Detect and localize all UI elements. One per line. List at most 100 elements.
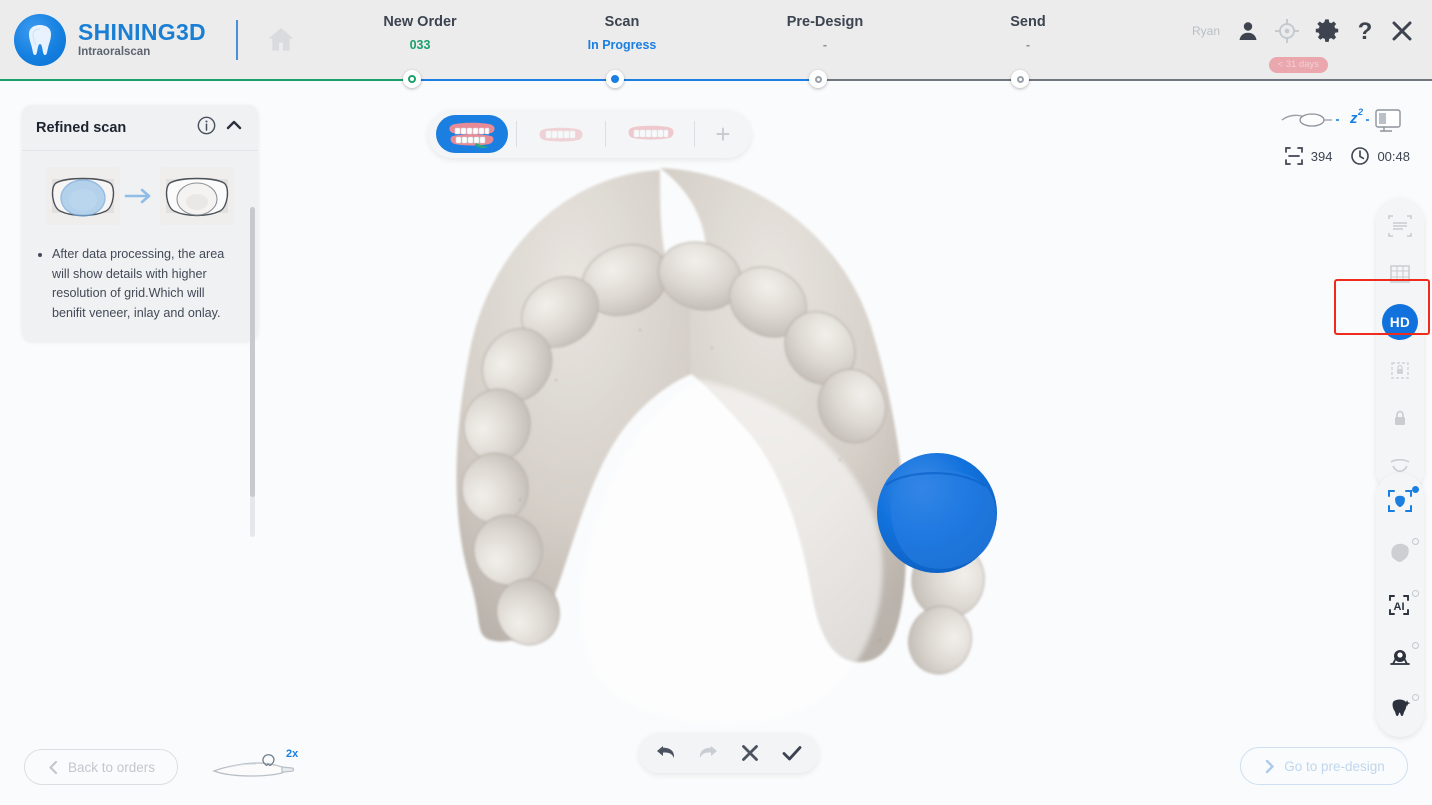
ai-tools-toolbar: AI <box>1376 473 1424 737</box>
step-status: - <box>938 38 1118 52</box>
panel-body: After data processing, the area will sho… <box>22 151 258 337</box>
undo-button[interactable] <box>653 740 679 766</box>
frame-count-icon <box>1284 146 1304 166</box>
scan-timer-value: 00:48 <box>1377 149 1410 164</box>
status-dot <box>1412 538 1419 545</box>
redo-button[interactable] <box>695 740 721 766</box>
add-jaw-button[interactable]: + <box>703 119 743 150</box>
chevron-up-icon[interactable] <box>224 115 244 140</box>
scan-before-thumbnail <box>46 167 120 225</box>
chevron-left-icon <box>47 760 60 775</box>
jaw-selector: + <box>428 110 751 158</box>
hd-icon[interactable]: HD <box>1380 306 1420 338</box>
jaw-tab-lower[interactable] <box>525 115 597 153</box>
user-name: Ryan <box>1192 24 1220 38</box>
scanner-wand-icon: 2x <box>210 739 306 787</box>
brand: SHINING3D Intraoralscan <box>0 0 298 66</box>
frame-count-value: 394 <box>1311 149 1333 164</box>
lock-icon[interactable] <box>1380 402 1420 434</box>
scan-mode-icon[interactable] <box>1380 210 1420 242</box>
user-icon[interactable] <box>1236 19 1260 43</box>
help-icon[interactable]: ? <box>1354 18 1376 44</box>
arrow-right-icon <box>124 186 156 206</box>
wand-magnification-label: 2x <box>286 748 299 760</box>
go-to-pre-design-button[interactable]: Go to pre-design <box>1240 747 1408 785</box>
back-to-orders-button[interactable]: Back to orders <box>24 749 178 785</box>
edit-actions-toolbar <box>639 733 819 773</box>
tooth-icon <box>25 23 55 57</box>
step-new-order[interactable]: New Order 033 <box>330 14 510 52</box>
scan-after-thumbnail <box>160 167 234 225</box>
track-segment-active-1 <box>412 79 615 81</box>
step-status: - <box>735 38 915 52</box>
brand-divider <box>236 20 238 60</box>
jaw-tab-both[interactable] <box>436 115 508 153</box>
track-node-send[interactable] <box>1011 70 1029 88</box>
jaw-divider <box>516 121 517 147</box>
calibration-target-icon[interactable] <box>1274 18 1300 44</box>
hd-button[interactable]: HD <box>1382 304 1418 340</box>
status-dot <box>1412 642 1419 649</box>
jaw-divider <box>694 121 695 147</box>
track-node-pre-design[interactable] <box>809 70 827 88</box>
lower-jaw-icon <box>536 120 586 148</box>
lock-area-icon[interactable] <box>1380 354 1420 386</box>
track-segment-done <box>0 79 412 81</box>
panel-scrollbar[interactable] <box>250 207 255 537</box>
tooth-clean-icon[interactable] <box>1380 693 1420 725</box>
frame-count: 394 <box>1284 146 1333 166</box>
cancel-button[interactable] <box>737 740 763 766</box>
go-to-pre-design-label: Go to pre-design <box>1284 759 1385 774</box>
page-title: Refined scan <box>36 120 189 136</box>
track-node-scan[interactable] <box>606 70 624 88</box>
svg-text:AI: AI <box>1394 601 1405 613</box>
status-dot <box>1412 590 1419 597</box>
brand-subtitle: Intraoralscan <box>78 47 206 59</box>
step-pre-design[interactable]: Pre-Design - <box>735 14 915 52</box>
track-segment-idle <box>818 79 1432 81</box>
both-jaws-icon <box>446 119 498 149</box>
svg-text:z: z <box>1349 110 1358 127</box>
track-segment-active-2 <box>615 79 818 81</box>
panel-header: Refined scan <box>22 105 258 151</box>
confirm-button[interactable] <box>779 740 805 766</box>
clock-icon <box>1350 146 1370 166</box>
occlusion-icon[interactable] <box>1380 641 1420 673</box>
tissue-filter-icon[interactable] <box>1380 537 1420 569</box>
hd-label: HD <box>1390 315 1410 330</box>
info-icon[interactable] <box>197 116 216 140</box>
track-node-new-order[interactable] <box>403 70 421 88</box>
workflow-progress-track <box>0 78 1432 82</box>
step-scan[interactable]: Scan In Progress <box>532 14 712 52</box>
scan-timer: 00:48 <box>1350 146 1410 166</box>
header-actions: Ryan ? <box>1192 18 1414 44</box>
step-label: New Order <box>330 14 510 30</box>
list-item: After data processing, the area will sho… <box>52 245 240 323</box>
jaw-tab-upper[interactable] <box>614 115 686 153</box>
app-root: SHINING3D Intraoralscan New Order 033 Sc… <box>0 0 1432 805</box>
step-status: In Progress <box>532 38 712 52</box>
workflow-steps: New Order 033 Scan In Progress Pre-Desig… <box>330 14 1090 74</box>
grid-resolution-icon[interactable] <box>1380 258 1420 290</box>
jaw-divider <box>605 121 606 147</box>
step-send[interactable]: Send - <box>938 14 1118 52</box>
step-status: 033 <box>330 38 510 52</box>
step-label: Send <box>938 14 1118 30</box>
gear-icon[interactable] <box>1314 18 1340 44</box>
status-dot <box>1412 486 1419 493</box>
panel-notes: After data processing, the area will sho… <box>34 229 246 337</box>
ai-tool-icon[interactable]: AI <box>1380 589 1420 621</box>
refined-scan-panel: Refined scan <box>22 105 258 341</box>
scan-settings-toolbar: HD <box>1376 198 1424 494</box>
brand-text: SHINING3D Intraoralscan <box>78 21 206 59</box>
before-after-thumbnails <box>34 161 246 229</box>
close-icon[interactable] <box>1390 19 1414 43</box>
app-header: SHINING3D Intraoralscan New Order 033 Sc… <box>0 0 1432 80</box>
back-to-orders-label: Back to orders <box>68 760 155 775</box>
ai-scan-detect-icon[interactable] <box>1380 485 1420 517</box>
upper-jaw-icon <box>625 120 675 148</box>
chevron-right-icon <box>1263 759 1276 774</box>
brand-title: SHINING3D <box>78 21 206 44</box>
home-icon[interactable] <box>264 24 298 56</box>
step-label: Pre-Design <box>735 14 915 30</box>
